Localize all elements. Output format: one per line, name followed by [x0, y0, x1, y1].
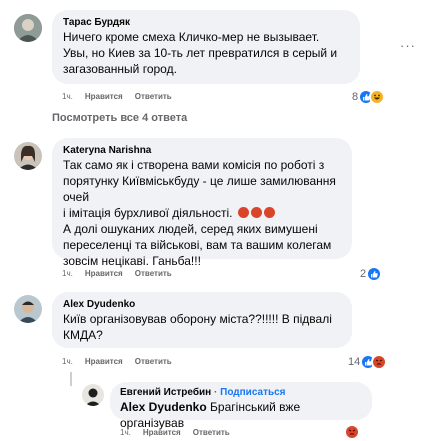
more-options-icon[interactable]: ··· [400, 38, 416, 53]
comment-author[interactable]: Тарас Бурдяк [63, 16, 349, 29]
comment-actions: 1ч. Нравится Ответить [62, 269, 184, 278]
angry-reaction-icon [371, 354, 388, 370]
comment-actions: 1ч. Нравится Ответить [62, 357, 184, 366]
haha-reaction-icon [369, 89, 386, 105]
timestamp[interactable]: 1ч. [62, 357, 73, 366]
reply-button[interactable]: Ответить [135, 357, 172, 366]
comment-text-line: Увы, но Киев за 10-ть лет превратился в … [63, 46, 338, 60]
reply-author[interactable]: Евгений Истребин [120, 387, 211, 398]
like-button[interactable]: Нравится [143, 428, 181, 437]
angry-face-emoji-icon [237, 207, 249, 218]
comment-author[interactable]: Kateryna Narishna [63, 144, 341, 157]
avatar[interactable] [14, 295, 42, 323]
avatar[interactable] [14, 14, 42, 42]
comment-text-line: КМДА? [63, 328, 103, 342]
comment-text-line: зовсім нецікаві. Ганьба!!! [63, 254, 201, 268]
timestamp[interactable]: 1ч. [62, 269, 73, 278]
comment-author[interactable]: Alex Dyudenko [63, 298, 341, 311]
reply-thread-line [70, 372, 72, 386]
reaction-summary[interactable] [344, 424, 360, 440]
reaction-count: 14 [348, 356, 361, 368]
reaction-summary[interactable]: 14 [348, 354, 388, 370]
reply-button[interactable]: Ответить [135, 269, 172, 278]
like-button[interactable]: Нравится [85, 92, 123, 101]
reply-text: Alex Dyudenko Брагінський вже організува… [120, 400, 301, 430]
like-button[interactable]: Нравится [85, 357, 123, 366]
comment-text-line: Київ організовував оборону міста??!!!!! … [63, 312, 332, 326]
comment-text-line: загазованный город. [63, 62, 177, 76]
timestamp[interactable]: 1ч. [62, 92, 73, 101]
like-button[interactable]: Нравится [85, 269, 123, 278]
angry-face-emoji-icon [263, 207, 275, 218]
comment-text-line: і імітація бурхливої діяльності. [63, 205, 341, 221]
separator: · [214, 387, 218, 398]
reply-button[interactable]: Ответить [135, 92, 172, 101]
reaction-summary[interactable]: 2 [360, 266, 383, 282]
comment-bubble: Тарас Бурдяк Ничего кроме смеха Кличко-м… [52, 10, 360, 84]
timestamp[interactable]: 1ч. [120, 428, 131, 437]
angry-face-emoji-icon [250, 207, 262, 218]
comment-text-line: порятунку Київміськбуду - це лише замилю… [63, 174, 336, 204]
mention-link[interactable]: Alex Dyudenko [120, 400, 207, 414]
comment-text-line: Так само як і створена вами комісія по р… [63, 158, 325, 172]
reply-actions: 1ч. Нравится Ответить [120, 428, 242, 437]
comment-bubble: Alex Dyudenko Київ організовував оборону… [52, 292, 352, 348]
comment-text-line: переселенці та військові, вам та вашим к… [63, 238, 332, 252]
reply-author-line: Евгений Истребин · Подписаться [120, 386, 362, 399]
angry-reaction-icon [344, 424, 360, 440]
comment-actions: 1ч. Нравится Ответить [62, 92, 184, 101]
reply-button[interactable]: Ответить [193, 428, 230, 437]
like-reaction-icon [366, 266, 383, 282]
reply-bubble: Евгений Истребин · Подписаться Alex Dyud… [110, 382, 372, 430]
comment-text-line: Ничего кроме смеха Кличко-мер не вызывае… [63, 30, 320, 44]
comment-bubble: Kateryna Narishna Так само як і створена… [52, 138, 352, 268]
avatar[interactable] [14, 142, 42, 170]
reaction-summary[interactable]: 8 [352, 89, 386, 105]
avatar[interactable] [82, 384, 104, 406]
follow-link[interactable]: Подписаться [220, 387, 285, 398]
comment-text-line: А долі ошуканих людей, серед яких вимуше… [63, 222, 318, 236]
view-more-replies-link[interactable]: Посмотреть все 4 ответа [52, 112, 187, 124]
